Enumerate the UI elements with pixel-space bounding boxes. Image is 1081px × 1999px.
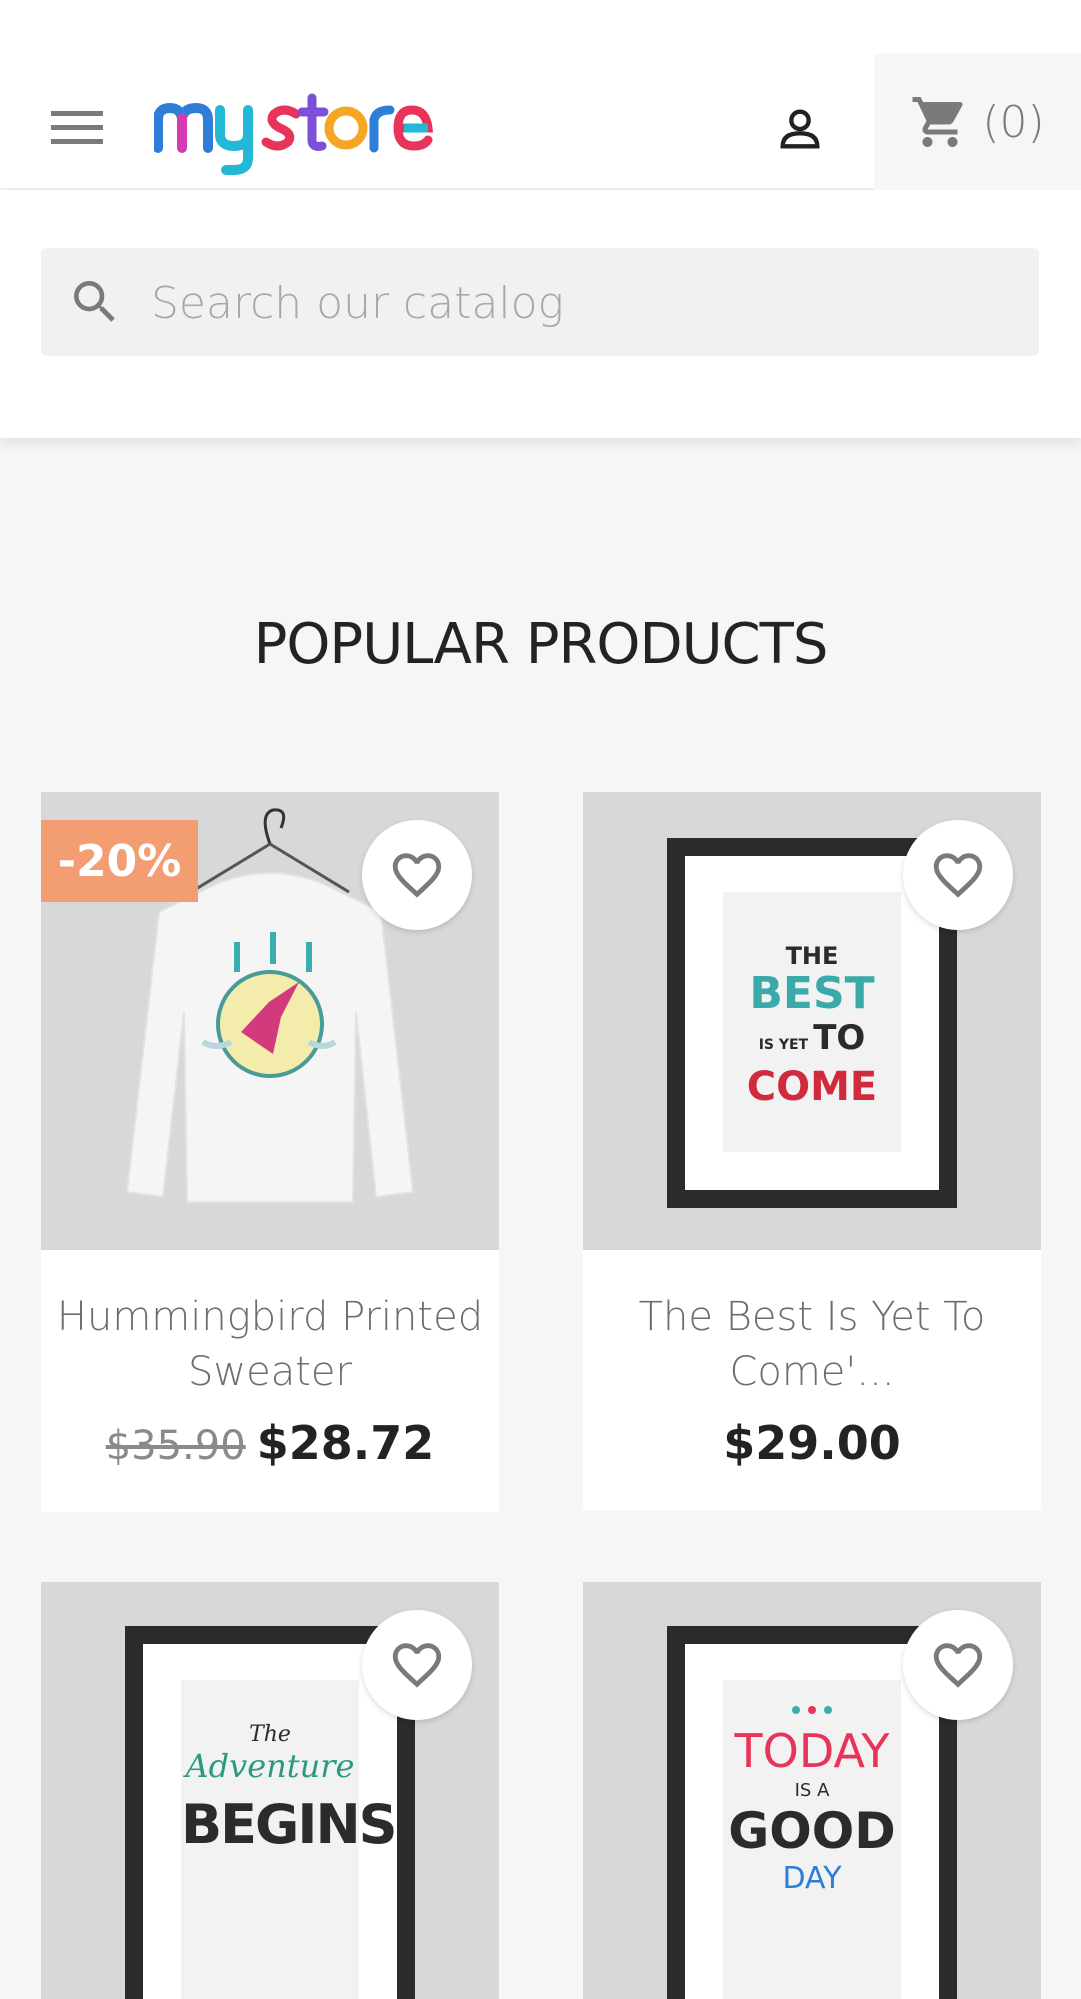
wishlist-button[interactable] bbox=[903, 820, 1013, 930]
cart-button[interactable]: (0) bbox=[874, 54, 1081, 190]
product-name[interactable]: The Best Is Yet To Come'... bbox=[597, 1290, 1027, 1400]
cart-count: (0) bbox=[982, 96, 1045, 148]
menu-button[interactable] bbox=[38, 97, 116, 157]
wishlist-button[interactable] bbox=[903, 1610, 1013, 1720]
search-panel bbox=[0, 190, 1081, 438]
product-image[interactable]: TODAY IS A GOOD DAY bbox=[583, 1582, 1041, 1999]
product-card[interactable]: The Adventure BEGINS bbox=[41, 1582, 499, 1999]
poster-text: TODAY IS A GOOD DAY bbox=[728, 1724, 896, 1896]
status-strip bbox=[0, 0, 1081, 54]
account-button[interactable] bbox=[760, 94, 840, 164]
product-card[interactable]: THE BEST IS YET TO COME The Best Is Yet … bbox=[583, 792, 1041, 1510]
store-logo[interactable] bbox=[154, 78, 434, 178]
product-prices: $29.00 bbox=[583, 1416, 1041, 1470]
heart-icon bbox=[392, 853, 442, 898]
user-icon bbox=[780, 109, 820, 149]
heart-icon bbox=[933, 1643, 983, 1688]
product-name[interactable]: Hummingbird Printed Sweater bbox=[55, 1290, 485, 1400]
section-title: POPULAR PRODUCTS bbox=[253, 612, 829, 677]
old-price: $35.90 bbox=[105, 1423, 246, 1469]
heart-icon bbox=[392, 1643, 442, 1688]
site-header: (0) bbox=[0, 54, 1081, 190]
wishlist-button[interactable] bbox=[362, 820, 472, 930]
discount-badge: -20% bbox=[41, 820, 198, 902]
search-box[interactable] bbox=[41, 248, 1039, 358]
product-prices: $35.90 $28.72 bbox=[41, 1416, 499, 1470]
product-price: $28.72 bbox=[256, 1416, 435, 1470]
product-card[interactable]: TODAY IS A GOOD DAY bbox=[583, 1582, 1041, 1999]
poster-text: The Adventure BEGINS bbox=[181, 1722, 398, 1856]
product-image[interactable]: -20% bbox=[41, 792, 499, 1250]
heart-icon bbox=[933, 853, 983, 898]
menu-icon bbox=[51, 111, 103, 144]
poster-text: THE BEST IS YET TO COME bbox=[746, 942, 878, 1110]
product-image[interactable]: THE BEST IS YET TO COME bbox=[583, 792, 1041, 1250]
cart-icon bbox=[912, 97, 963, 147]
product-image[interactable]: The Adventure BEGINS bbox=[41, 1582, 499, 1999]
search-input[interactable] bbox=[149, 248, 1013, 358]
product-card[interactable]: -20% Hummingbird Printed Sweater $35.90 … bbox=[41, 792, 499, 1512]
wishlist-button[interactable] bbox=[362, 1610, 472, 1720]
search-icon[interactable] bbox=[67, 274, 123, 330]
product-price: $29.00 bbox=[723, 1416, 901, 1470]
